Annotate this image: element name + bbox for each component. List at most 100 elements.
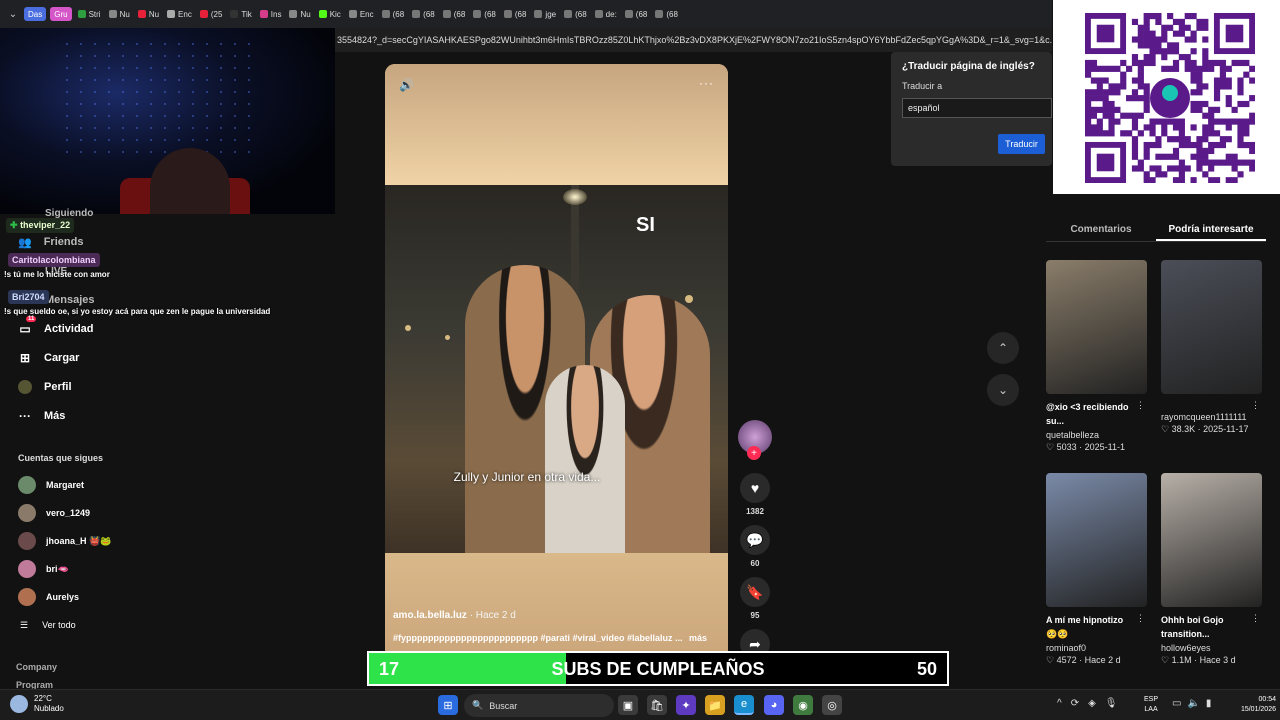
video-thumbnail[interactable] [1046, 473, 1147, 607]
nav-more[interactable]: ··· Más [18, 409, 65, 423]
network-icon[interactable]: ◈ [1088, 698, 1096, 709]
browser-tab[interactable]: Stri [74, 4, 105, 24]
qr-module [1149, 54, 1156, 61]
qr-module [1149, 130, 1156, 137]
like-button[interactable]: ♥ 1382 [738, 473, 772, 516]
browser-tab[interactable]: Tik [226, 4, 255, 24]
recommended-video[interactable]: ⋮ A mí me hipnotizo 🥺🥺 rominaof0 ♡ 4572 · H… [1046, 473, 1147, 666]
edge-browser-icon[interactable]: e [734, 695, 754, 715]
language-select[interactable]: español [902, 98, 1052, 118]
browser-tab[interactable]: (25 [196, 4, 227, 24]
address-bar[interactable]: 3554824?_d=secCgYIASAHKAESPgo82WUnihbt3m… [335, 28, 1052, 52]
kebab-menu-icon[interactable]: ⋮ [1136, 613, 1145, 624]
tab-search-icon[interactable]: ⌄ [4, 5, 22, 23]
browser-tab[interactable]: (68 [560, 4, 591, 24]
recommended-user[interactable]: hollow6eyes [1161, 643, 1262, 653]
following-account[interactable]: vero_1249 [18, 504, 90, 522]
recommended-user[interactable]: rominaof0 [1046, 643, 1147, 653]
browser-tab[interactable]: Kic [315, 4, 345, 24]
following-account[interactable]: Aurelys [18, 588, 79, 606]
nav-upload[interactable]: ⊞ Cargar [18, 351, 80, 365]
clock[interactable]: 00:54 15/01/2026 [1226, 695, 1276, 715]
comment-button[interactable]: 💬 60 [738, 525, 772, 568]
browser-tab[interactable]: Enc [163, 4, 196, 24]
footer-company[interactable]: Company [16, 662, 57, 672]
qr-module [1108, 118, 1115, 125]
store-icon[interactable]: 🛍 [647, 695, 667, 715]
qr-module [1225, 159, 1232, 166]
browser-tab[interactable]: (68 [439, 4, 470, 24]
browser-tab[interactable]: Nu [134, 4, 163, 24]
follow-plus-icon[interactable]: + [747, 446, 761, 460]
tab-favicon-icon [412, 10, 421, 18]
recommended-video[interactable]: ⋮ @xio <3 recibiendo su... quetalbelleza ♡ … [1046, 260, 1147, 453]
more-link[interactable]: más [689, 633, 707, 643]
nav-friends[interactable]: 👥 Friends [18, 236, 83, 249]
browser-tab[interactable]: Ins [256, 4, 286, 24]
volume-icon[interactable]: 🔊 [399, 78, 414, 92]
following-account[interactable]: Margaret [18, 476, 84, 494]
browser-tab[interactable]: jge [530, 4, 560, 24]
see-all-link[interactable]: ☰ Ver todo [20, 620, 76, 631]
tab-favicon-icon [503, 10, 512, 18]
recommended-user[interactable]: rayomcqueen1111111 [1161, 412, 1262, 422]
browser-tab[interactable]: (68 [408, 4, 439, 24]
previous-video-button[interactable]: ⌃ [987, 332, 1019, 364]
tab-comments[interactable]: Comentarios [1046, 216, 1156, 241]
app-icon[interactable]: ◉ [793, 695, 813, 715]
recommended-title[interactable]: A mí me hipnotizo 🥺🥺 [1046, 613, 1134, 641]
nav-activity[interactable]: ▭ 11 Actividad [18, 316, 94, 336]
taskbar-search[interactable]: 🔍 Buscar [464, 694, 614, 717]
video-author[interactable]: amo.la.bella.luz · Hace 2 d [393, 610, 516, 621]
browser-tab[interactable]: (68 [621, 4, 652, 24]
next-video-button[interactable]: ⌄ [987, 374, 1019, 406]
tab-you-may-like[interactable]: Podría interesarte [1156, 216, 1266, 241]
nav-profile[interactable]: Perfil [18, 380, 72, 394]
browser-tab[interactable]: (68 [500, 4, 531, 24]
recommended-user[interactable]: quetalbelleza [1046, 430, 1147, 440]
input-language[interactable]: ESP LAA [1144, 695, 1158, 715]
tab-group[interactable]: Das [24, 7, 47, 21]
recommended-title[interactable]: Ohhh boi Gojo transition... [1161, 613, 1249, 641]
browser-tab[interactable]: Nu [285, 4, 314, 24]
tab-group[interactable]: Gru [50, 7, 72, 21]
video-thumbnail[interactable] [1046, 260, 1147, 394]
browser-tab[interactable]: (68 [651, 4, 682, 24]
footer-program[interactable]: Program [16, 680, 53, 689]
discord-icon[interactable]: ◕ [764, 695, 784, 715]
sync-icon[interactable]: ⟳ [1071, 698, 1079, 709]
following-account[interactable]: bri🫦 [18, 560, 69, 578]
video-thumbnail[interactable] [1161, 473, 1262, 607]
mic-icon[interactable]: 🎙 [1105, 698, 1118, 709]
more-options-icon[interactable]: ··· [699, 76, 714, 90]
kebab-menu-icon[interactable]: ⋮ [1136, 400, 1145, 411]
author-name[interactable]: amo.la.bella.luz [393, 610, 467, 621]
task-view-icon[interactable]: ▣ [618, 695, 638, 715]
hashtags-text[interactable]: #fypppppppppppppppppppppppp #parati #vir… [393, 633, 683, 643]
quick-settings[interactable]: ▭ 🔈 ▮ [1172, 698, 1211, 709]
translate-button[interactable]: Traducir [998, 134, 1045, 154]
following-account[interactable]: jhoana_H 👹🐸 [18, 532, 111, 550]
browser-tab[interactable]: (68 [469, 4, 500, 24]
browser-tab[interactable]: (68 [378, 4, 409, 24]
kebab-menu-icon[interactable]: ⋮ [1251, 400, 1260, 411]
save-button[interactable]: 🔖 95 [738, 577, 772, 620]
tab-title: Ins [270, 9, 282, 19]
video-player[interactable]: SI Zully y Junior en otra vida... 🔊 ··· … [385, 64, 728, 664]
browser-tab[interactable]: de: [591, 4, 621, 24]
browser-tab[interactable]: Enc [345, 4, 378, 24]
video-thumbnail[interactable] [1161, 260, 1262, 394]
weather-widget[interactable]: 22°C Nublado [10, 694, 64, 714]
recommended-title[interactable]: @xio <3 recibiendo su... [1046, 400, 1134, 428]
recommended-meta: ♡ 38.3K · 2025-11-17 [1161, 424, 1262, 435]
kebab-menu-icon[interactable]: ⋮ [1251, 613, 1260, 624]
obs-icon[interactable]: ◎ [822, 695, 842, 715]
copilot-icon[interactable]: ✦ [676, 695, 696, 715]
nav-messages-partial[interactable]: Mensajes [45, 294, 95, 306]
start-windows-icon[interactable]: ⊞ [438, 695, 458, 715]
chevron-up-icon[interactable]: ^ [1057, 698, 1062, 709]
recommended-video[interactable]: ⋮ Ohhh boi Gojo transition... hollow6eyes ♡… [1161, 473, 1262, 666]
file-explorer-icon[interactable]: 📁 [705, 695, 725, 715]
recommended-video[interactable]: ⋮ rayomcqueen1111111 ♡ 38.3K · 2025-11-17 [1161, 260, 1262, 435]
browser-tab[interactable]: Nu [105, 4, 134, 24]
